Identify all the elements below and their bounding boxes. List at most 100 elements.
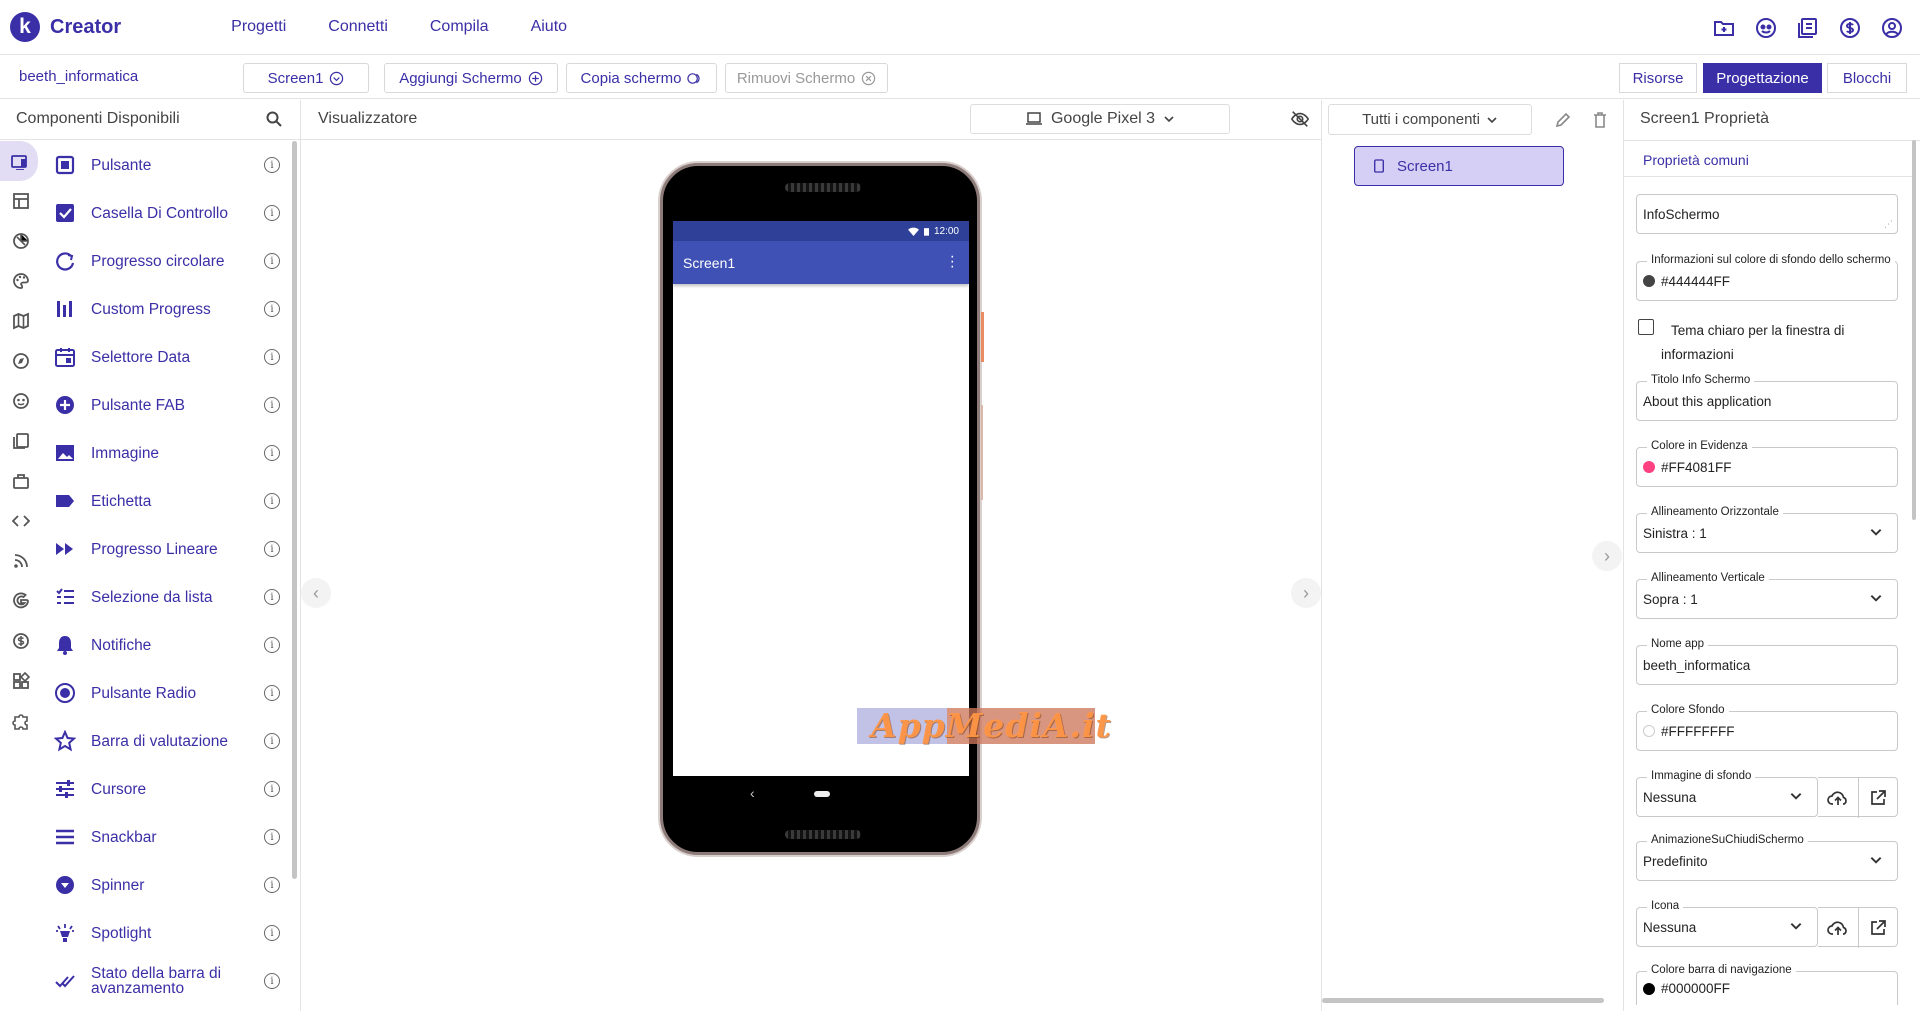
app-name-field[interactable]: Nome app beeth_informatica: [1636, 638, 1898, 685]
tree-node-screen1[interactable]: Screen1: [1354, 146, 1564, 186]
about-title-field[interactable]: Titolo Info Schermo About this applicati…: [1636, 374, 1898, 421]
info-icon[interactable]: i: [264, 637, 280, 653]
component-filter-select[interactable]: Tutti i componenti: [1328, 104, 1532, 135]
palette-item[interactable]: Progresso Lineare i: [42, 525, 294, 573]
palette-item[interactable]: Pulsante i: [42, 141, 294, 189]
resize-handle-icon[interactable]: ⋰: [1884, 219, 1893, 230]
screen-select[interactable]: Screen1: [243, 63, 369, 93]
info-icon[interactable]: i: [264, 445, 280, 461]
info-icon[interactable]: i: [264, 397, 280, 413]
bg-color-field[interactable]: Colore Sfondo #FFFFFFFF: [1636, 704, 1898, 751]
palette-item[interactable]: Casella Di Controllo i: [42, 189, 294, 237]
palette-scrollbar[interactable]: [292, 141, 297, 879]
palette-item[interactable]: Notifiche i: [42, 621, 294, 669]
about-bg-color-field[interactable]: Informazioni sul colore di sfondo dello …: [1636, 254, 1898, 301]
media-icon[interactable]: [0, 221, 42, 261]
icon-select[interactable]: Icona Nessuna: [1636, 900, 1818, 947]
info-icon[interactable]: i: [264, 685, 280, 701]
viewer-next-arrow[interactable]: ›: [1291, 578, 1321, 608]
halign-select[interactable]: Allineamento Orizzontale Sinistra : 1: [1636, 506, 1898, 553]
properties-scrollbar[interactable]: [1912, 140, 1916, 520]
sensors-icon[interactable]: [0, 341, 42, 381]
drawing-icon[interactable]: [0, 261, 42, 301]
tab-common-properties[interactable]: Proprietà comuni: [1643, 152, 1749, 168]
user-interface-icon[interactable]: [0, 141, 38, 181]
close-animation-select[interactable]: AnimazioneSuChiudiSchermo Predefinito: [1636, 834, 1898, 881]
info-icon[interactable]: i: [264, 781, 280, 797]
viewer-prev-arrow[interactable]: ‹: [301, 578, 331, 608]
info-icon[interactable]: i: [264, 925, 280, 941]
valign-select[interactable]: Allineamento Verticale Sopra : 1: [1636, 572, 1898, 619]
maps-icon[interactable]: [0, 301, 42, 341]
info-icon[interactable]: i: [264, 829, 280, 845]
palette-item[interactable]: Selettore Data i: [42, 333, 294, 381]
donate-icon[interactable]: [1838, 16, 1862, 40]
palette-item[interactable]: Snackbar i: [42, 813, 294, 861]
folder-icon[interactable]: [1712, 16, 1736, 40]
code-icon[interactable]: [0, 501, 42, 541]
palette-item[interactable]: Pulsante Radio i: [42, 669, 294, 717]
widgets-icon[interactable]: [0, 661, 42, 701]
info-icon[interactable]: i: [264, 157, 280, 173]
guide-icon[interactable]: [1796, 16, 1820, 40]
palette-item[interactable]: Pulsante FAB i: [42, 381, 294, 429]
social-icon[interactable]: [0, 381, 42, 421]
open-external-icon[interactable]: [1857, 908, 1898, 948]
connectivity-icon[interactable]: [0, 461, 42, 501]
menu-build[interactable]: Compila: [430, 18, 489, 36]
design-button[interactable]: Progettazione: [1703, 63, 1822, 93]
light-theme-checkbox[interactable]: [1638, 319, 1654, 335]
logo[interactable]: k Creator: [10, 12, 121, 42]
palette-item[interactable]: Immagine i: [42, 429, 294, 477]
info-icon[interactable]: i: [264, 349, 280, 365]
info-icon[interactable]: i: [264, 253, 280, 269]
tree-scrollbar[interactable]: [1322, 998, 1604, 1003]
info-icon[interactable]: i: [264, 301, 280, 317]
properties-collapse-arrow[interactable]: ›: [1592, 541, 1622, 571]
device-select[interactable]: Google Pixel 3: [970, 104, 1230, 134]
edit-icon[interactable]: [1554, 111, 1572, 129]
open-external-icon[interactable]: [1857, 778, 1898, 818]
delete-icon[interactable]: [1591, 111, 1609, 129]
palette-item[interactable]: Barra di valutazione i: [42, 717, 294, 765]
copy-screen-button[interactable]: Copia schermo: [566, 63, 717, 93]
menu-help[interactable]: Aiuto: [531, 18, 567, 36]
account-icon[interactable]: [1880, 16, 1904, 40]
info-icon[interactable]: i: [264, 877, 280, 893]
info-icon[interactable]: i: [264, 973, 280, 989]
search-icon[interactable]: [265, 110, 283, 128]
info-icon[interactable]: i: [264, 733, 280, 749]
gallery-icon[interactable]: [1754, 16, 1778, 40]
blocks-button[interactable]: Blocchi: [1827, 63, 1907, 93]
monetization-icon[interactable]: [0, 621, 42, 661]
storage-icon[interactable]: [0, 421, 42, 461]
feed-icon[interactable]: [0, 541, 42, 581]
navbar-color-field[interactable]: Colore barra di navigazione #000000FF: [1636, 964, 1898, 1005]
menu-projects[interactable]: Progetti: [231, 18, 286, 36]
upload-icon[interactable]: [1818, 778, 1858, 818]
palette-item[interactable]: Stato della barra di avanzamento i: [42, 957, 294, 1005]
accent-color-field[interactable]: Colore in Evidenza #FF4081FF: [1636, 440, 1898, 487]
info-icon[interactable]: i: [264, 589, 280, 605]
info-icon[interactable]: i: [264, 493, 280, 509]
palette-item[interactable]: Spotlight i: [42, 909, 294, 957]
resources-button[interactable]: Risorse: [1619, 63, 1697, 93]
add-screen-button[interactable]: Aggiungi Schermo: [384, 63, 558, 93]
phone-screen[interactable]: 12:00 Screen1 · · ·: [673, 221, 969, 776]
palette-item[interactable]: Selezione da lista i: [42, 573, 294, 621]
upload-icon[interactable]: [1818, 908, 1858, 948]
palette-item[interactable]: Cursore i: [42, 765, 294, 813]
about-screen-field[interactable]: InfoSchermo ⋰: [1636, 194, 1898, 234]
remove-screen-button[interactable]: Rimuovi Schermo: [725, 63, 888, 93]
palette-item[interactable]: Custom Progress i: [42, 285, 294, 333]
palette-item[interactable]: Spinner i: [42, 861, 294, 909]
info-icon[interactable]: i: [264, 541, 280, 557]
palette-item[interactable]: Etichetta i: [42, 477, 294, 525]
hidden-components-icon[interactable]: [1290, 109, 1310, 129]
extensions-icon[interactable]: [0, 701, 42, 741]
google-icon[interactable]: [0, 581, 42, 621]
bg-image-select[interactable]: Immagine di sfondo Nessuna: [1636, 770, 1818, 817]
info-icon[interactable]: i: [264, 205, 280, 221]
layout-icon[interactable]: [0, 181, 42, 221]
palette-item[interactable]: Progresso circolare i: [42, 237, 294, 285]
